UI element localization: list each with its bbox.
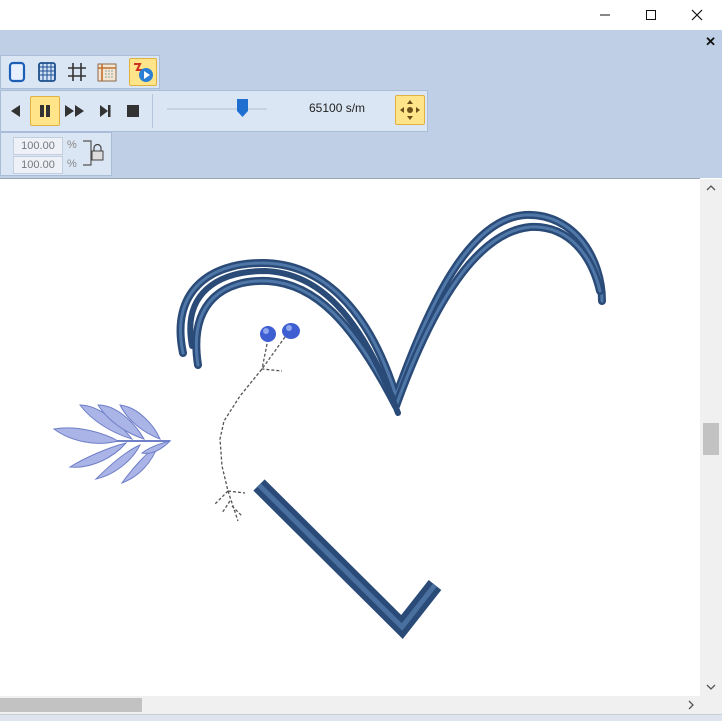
- move-arrows-icon: [400, 100, 420, 120]
- embroidery-design: [52, 210, 606, 640]
- width-unit: %: [67, 139, 77, 151]
- speed-slider-thumb[interactable]: [236, 99, 248, 117]
- step-end-icon: [100, 105, 111, 117]
- pause-button[interactable]: [30, 96, 60, 126]
- page-icon: [8, 61, 26, 83]
- view-panel: [0, 55, 160, 89]
- chevron-right-icon[interactable]: [682, 696, 700, 714]
- chevron-down-icon[interactable]: [700, 678, 722, 696]
- ribbon: ✕ 65100 s/m 100.00 % 100.00 %: [0, 30, 722, 178]
- horizontal-scroll-thumb[interactable]: [0, 698, 142, 712]
- speed-slider-track[interactable]: [167, 108, 267, 110]
- title-bar: [0, 0, 722, 30]
- vertical-scrollbar[interactable]: [700, 179, 722, 696]
- fast-forward-button[interactable]: [62, 98, 88, 124]
- horizontal-scrollbar[interactable]: [0, 696, 700, 714]
- chevron-up-icon[interactable]: [700, 179, 722, 197]
- close-button[interactable]: [674, 0, 720, 30]
- grid-button[interactable]: [64, 59, 90, 85]
- rewind-button[interactable]: [3, 98, 29, 124]
- stitch-simulator-button[interactable]: [129, 58, 157, 86]
- grid-dense-button[interactable]: [34, 59, 60, 85]
- vertical-scroll-thumb[interactable]: [703, 423, 719, 455]
- design-canvas[interactable]: [0, 178, 700, 697]
- grid-icon: [68, 63, 86, 81]
- scale-panel: 100.00 % 100.00 %: [0, 132, 112, 176]
- leaf-sprig: [52, 404, 172, 485]
- minimize-icon: [600, 14, 610, 16]
- scrollbar-corner: [700, 696, 722, 714]
- move-button[interactable]: [395, 95, 425, 125]
- page-view-button[interactable]: [4, 59, 30, 85]
- close-document-button[interactable]: ✕: [705, 34, 716, 50]
- lock-icon[interactable]: [81, 139, 107, 169]
- fast-forward-icon: [65, 105, 84, 117]
- speed-label: 65100 s/m: [309, 101, 366, 115]
- minimize-button[interactable]: [582, 0, 628, 30]
- pause-icon: [40, 105, 50, 117]
- width-scale-input[interactable]: 100.00: [13, 137, 63, 155]
- hoop-grid-icon: [97, 63, 117, 82]
- blue-beads: [260, 323, 300, 342]
- stop-icon: [127, 105, 139, 117]
- playback-panel: 65100 s/m: [0, 90, 428, 132]
- close-icon: [691, 9, 703, 21]
- heart-top-strokes: [176, 210, 606, 416]
- grid-dense-icon: [38, 62, 56, 82]
- stop-button[interactable]: [120, 98, 146, 124]
- height-scale-input[interactable]: 100.00: [13, 156, 63, 174]
- stitch-simulator-icon: [134, 63, 153, 82]
- maximize-button[interactable]: [628, 0, 674, 30]
- step-end-button[interactable]: [92, 98, 118, 124]
- height-unit: %: [67, 158, 77, 170]
- heart-bottom-stroke: [253, 479, 442, 640]
- hoop-grid-button[interactable]: [94, 59, 120, 85]
- maximize-icon: [646, 10, 656, 20]
- rewind-icon: [11, 105, 20, 117]
- divider: [152, 94, 153, 128]
